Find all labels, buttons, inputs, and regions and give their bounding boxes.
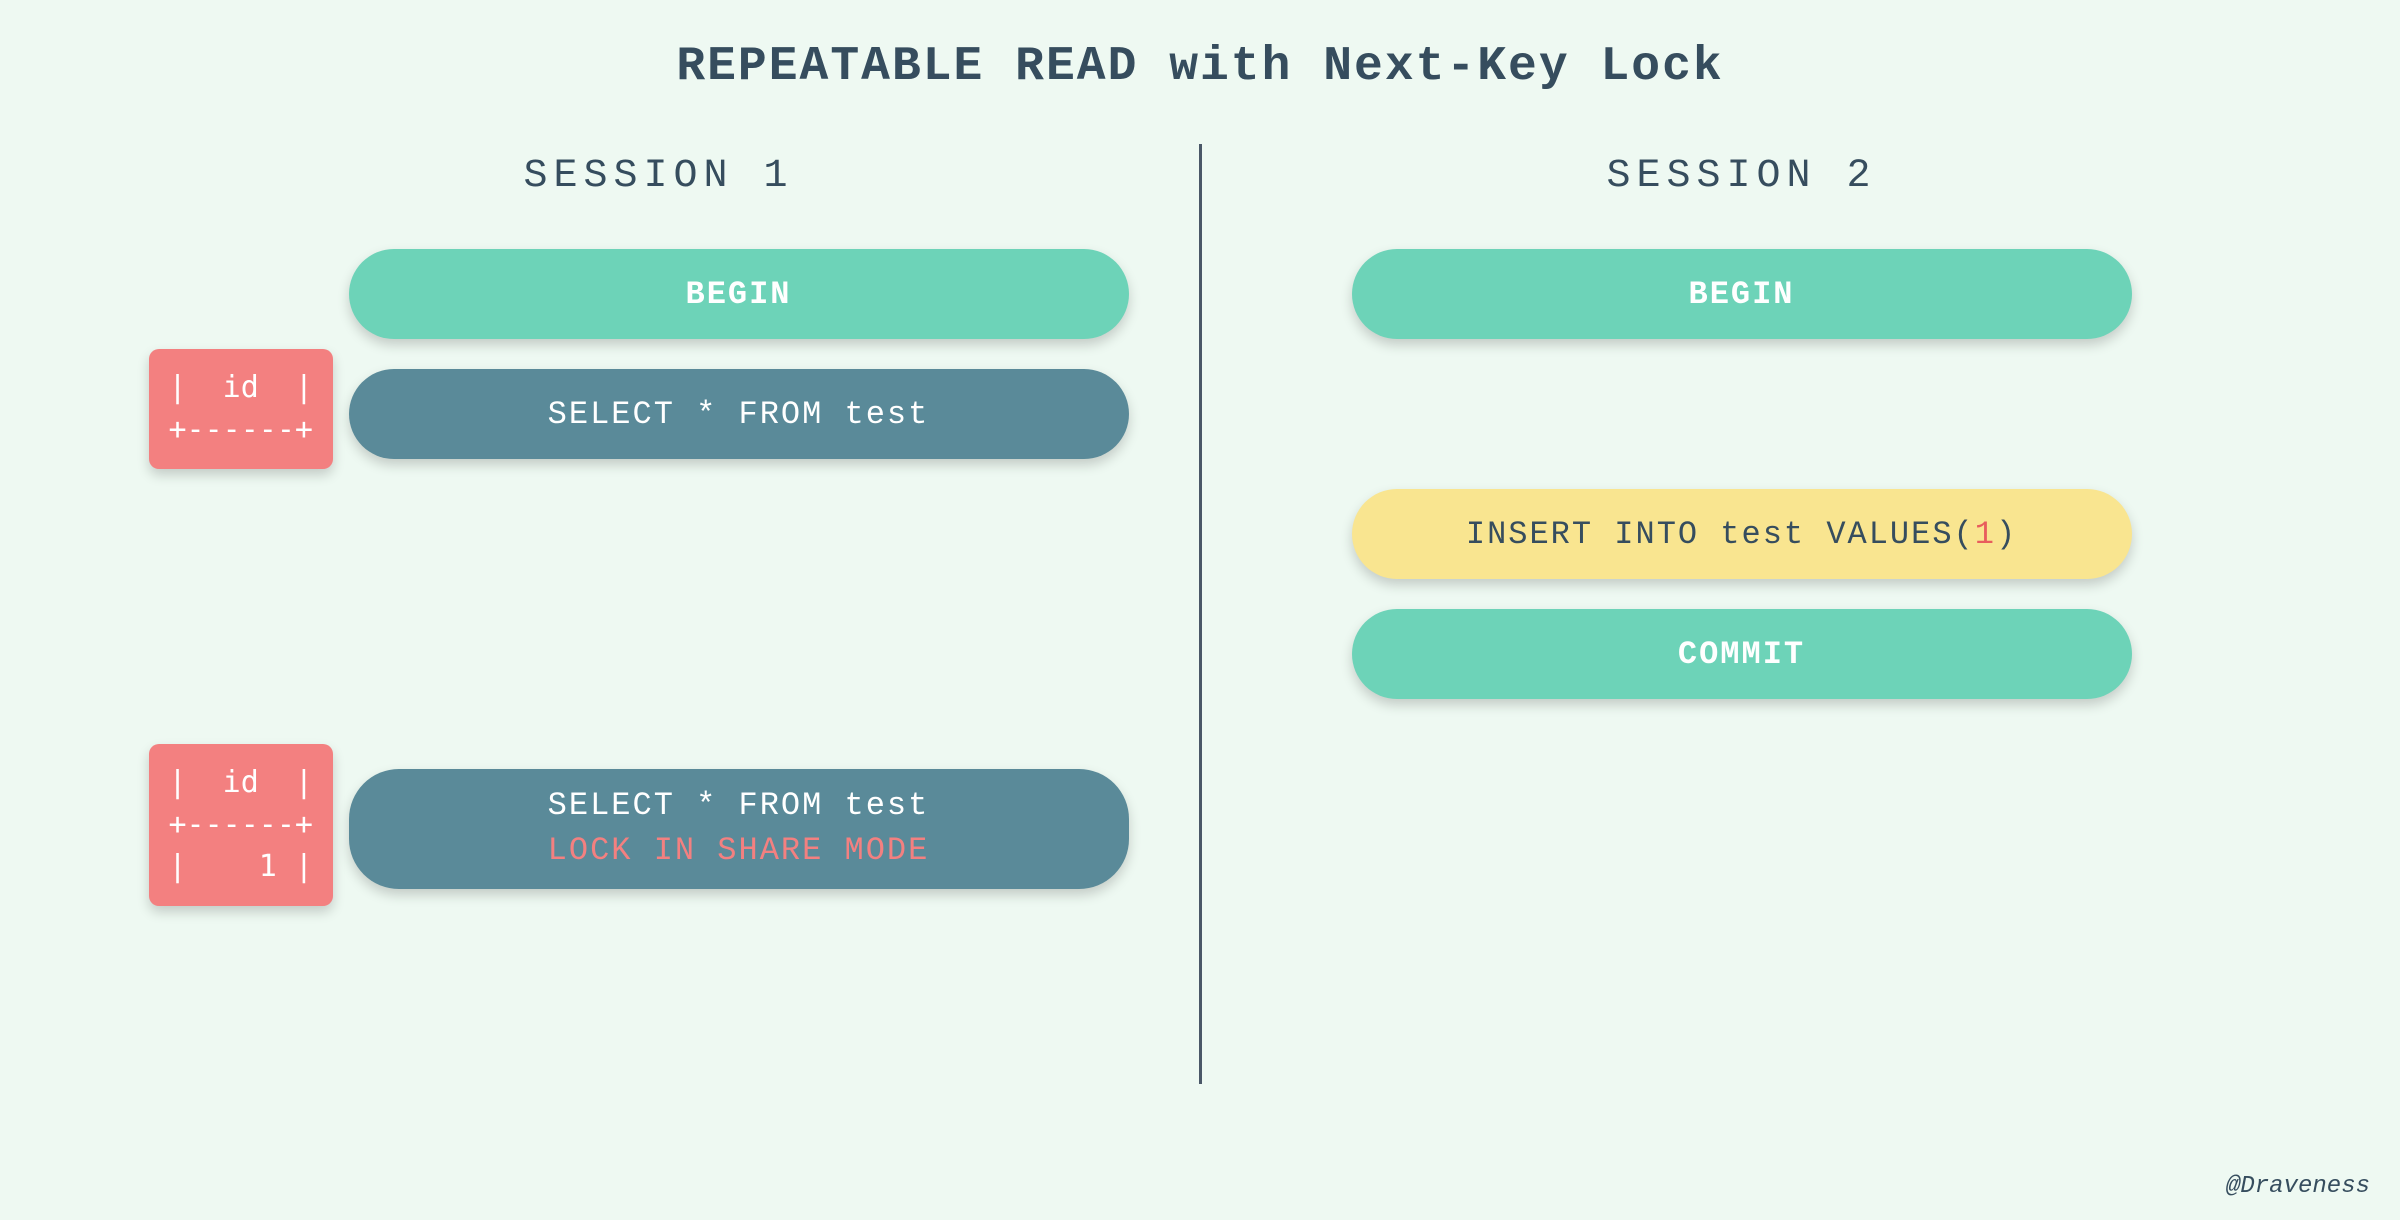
session-2: SESSION 2 BEGIN INSERT INTO test VALUES(… [1242,154,2242,1084]
session2-begin-pill: BEGIN [1352,249,2132,339]
result-box-1: | id | +------+ [149,349,334,469]
insert-text: INSERT INTO test VALUES(1) [1466,516,2017,553]
begin-text: BEGIN [685,276,791,313]
commit-text: COMMIT [1678,636,1805,673]
diagram-title: REPEATABLE READ with Next-Key Lock [0,0,2400,94]
session2-insert-pill: INSERT INTO test VALUES(1) [1352,489,2132,579]
select2-line1: SELECT * FROM test [548,784,930,829]
credit-text: @Draveness [2226,1173,2370,1200]
vertical-divider [1199,144,1202,1084]
session1-begin-pill: BEGIN [349,249,1129,339]
diagram-container: SESSION 1 BEGIN SELECT * FROM test | id … [0,154,2400,1084]
select2-line2: LOCK IN SHARE MODE [548,829,930,874]
session-1-label: SESSION 1 [523,154,793,199]
begin-text: BEGIN [1688,276,1794,313]
session1-select2-pill: SELECT * FROM test LOCK IN SHARE MODE [349,769,1129,889]
select1-text: SELECT * FROM test [548,396,930,433]
session-1: SESSION 1 BEGIN SELECT * FROM test | id … [159,154,1159,1084]
result-box-2: | id | +------+ | 1 | [149,744,334,906]
session1-select1-pill: SELECT * FROM test [349,369,1129,459]
session-2-label: SESSION 2 [1606,154,1876,199]
session2-commit-pill: COMMIT [1352,609,2132,699]
